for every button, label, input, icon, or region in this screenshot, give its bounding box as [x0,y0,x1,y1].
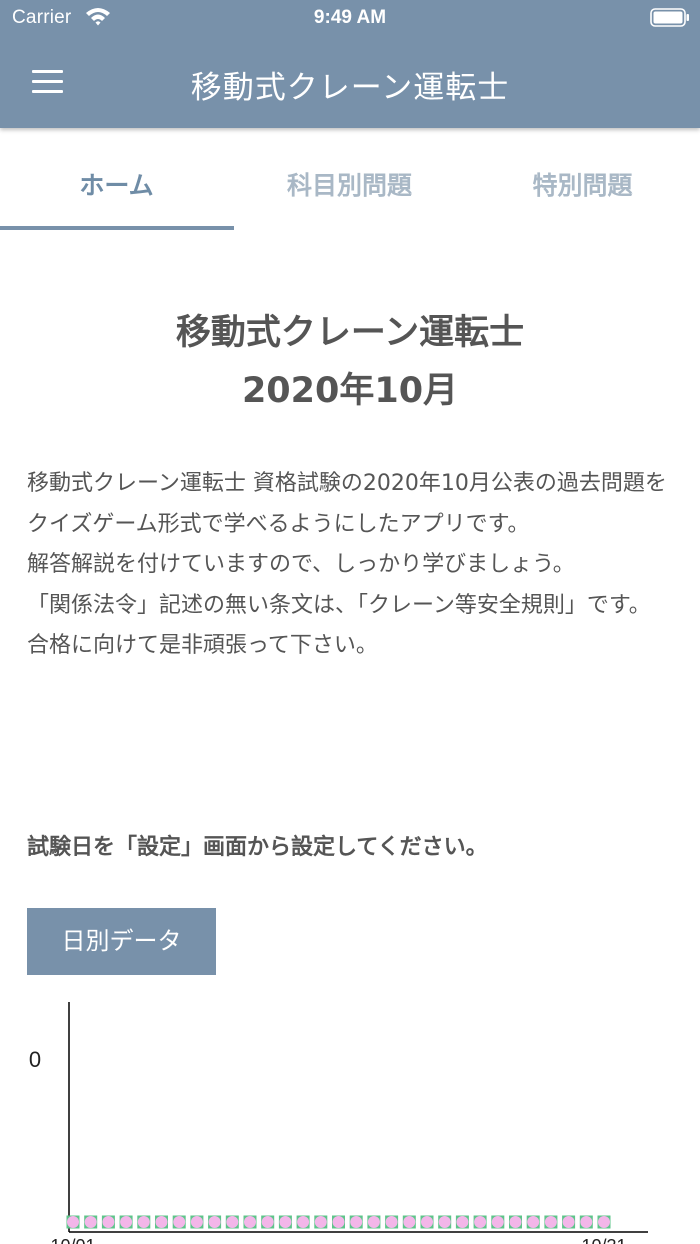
chart-point-series-2-10-21 [421,1216,433,1228]
chart-point-series-2-10-11 [244,1216,256,1228]
page-title-line-1: 移動式クレーン運転士 [175,313,525,353]
chart-point-series-2-10-06 [155,1216,168,1228]
chart-point-series-2-10-29 [562,1216,575,1228]
chart-point-series-2-10-14 [297,1216,310,1228]
chart-point-series-2-10-22 [438,1216,451,1228]
chart-point-series-2-10-10 [226,1216,239,1228]
chart-point-series-2-10-09 [208,1216,221,1228]
chart-x-tick-label-end: 10/31 [581,1236,626,1244]
chart-points [66,1215,611,1229]
tab-special-questions[interactable]: 特別問題 [466,128,699,230]
page-title: 移動式クレーン運転士 2020年10月 [0,304,700,420]
chart-point-series-2-10-17 [350,1216,363,1228]
chart-point-series-2-10-03 [102,1216,115,1228]
tab-home[interactable]: ホーム [0,128,233,230]
chart-point-series-2-10-27 [527,1216,540,1228]
tab-bar: ホーム 科目別問題 特別問題 [0,128,700,230]
chart-point-series-2-10-26 [509,1216,522,1228]
chart-point-series-2-10-23 [456,1216,469,1228]
description-text: 移動式クレーン運転士 資格試験の2020年10月公表の過去問題をクイズゲーム形式… [27,471,667,658]
nav-title: 移動式クレーン運転士 [190,70,510,106]
chart-point-series-2-10-12 [261,1216,274,1228]
app-description: 移動式クレーン運転士 資格試験の2020年10月公表の過去問題をクイズゲーム形式… [27,464,677,667]
page-title-line-2: 2020年10月 [241,371,459,411]
chart-y-tick-label: 0 [29,1047,41,1072]
app-header: Carrier 9:49 AM 移動式クレーン運転士 [0,0,700,128]
chart-x-tick-label-start: 10/01 [50,1236,95,1244]
chart-point-series-2-10-16 [332,1216,345,1228]
daily-data-button[interactable]: 日別データ [27,908,216,975]
chart-point-series-2-10-02 [84,1216,97,1228]
chart-point-series-2-10-24 [474,1216,487,1228]
exam-date-notice: 試験日を「設定」画面から設定してください。 [27,835,488,860]
chart-point-series-2-10-05 [137,1216,150,1228]
navigation-bar: 移動式クレーン運転士 [0,36,700,128]
chart-point-series-2-10-13 [279,1216,292,1228]
chart-point-series-2-10-08 [190,1216,203,1228]
chart-point-series-2-10-07 [173,1216,186,1228]
status-time: 9:49 AM [313,7,387,28]
chart-point-series-2-10-28 [544,1216,557,1228]
battery-icon [650,8,689,27]
chart-point-series-2-10-01 [67,1216,79,1228]
chart-point-series-2-10-15 [314,1216,327,1228]
daily-chart: 0 10/01 10/31 [29,1002,648,1244]
chart-point-series-2-10-30 [580,1216,593,1228]
hamburger-menu-icon[interactable] [24,62,72,102]
chart-point-series-2-10-19 [385,1216,398,1228]
chart-point-series-2-10-25 [491,1216,504,1228]
active-tab-indicator [0,226,234,230]
chart-point-series-2-10-31 [598,1216,610,1228]
status-bar: Carrier 9:49 AM [0,0,700,36]
chart-point-series-2-10-18 [367,1216,380,1228]
chart-point-series-2-10-04 [120,1216,133,1228]
tab-subject-questions[interactable]: 科目別問題 [233,128,466,230]
chart-point-series-2-10-20 [403,1216,416,1228]
